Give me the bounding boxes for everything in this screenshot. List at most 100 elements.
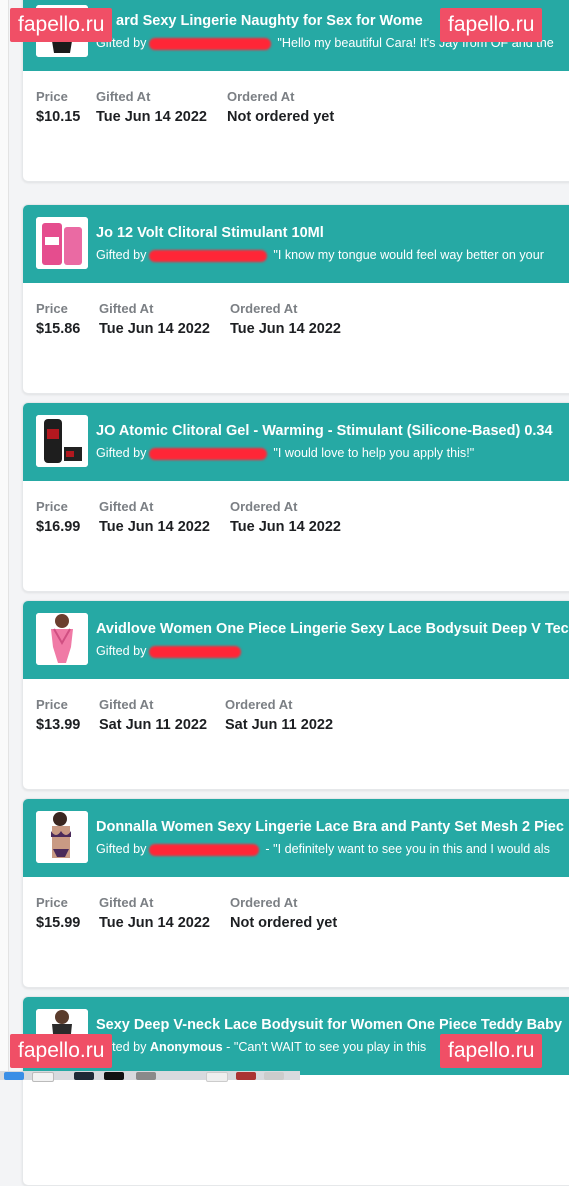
gifted-by-label: Gifted by — [96, 644, 147, 658]
gift-card[interactable]: Avidlove Women One Piece Lingerie Sexy L… — [22, 600, 569, 790]
redacted-name — [149, 447, 268, 460]
app-icon[interactable] — [136, 1072, 156, 1080]
gifted-at-label: Gifted At — [99, 697, 154, 712]
watermark: fapello.ru — [10, 8, 113, 42]
gift-title[interactable]: Sexy Deep V-neck Lace Bodysuit for Women… — [96, 1017, 562, 1033]
gifted-by-label: Gifted by — [96, 446, 147, 460]
gifted-at-value: Tue Jun 14 2022 — [96, 109, 207, 125]
ordered-at-value: Tue Jun 14 2022 — [230, 321, 341, 337]
gift-title[interactable]: Avidlove Women One Piece Lingerie Sexy L… — [96, 621, 569, 637]
gifted-at-col: Gifted At Tue Jun 14 2022 — [99, 895, 210, 931]
ordered-at-value: Sat Jun 11 2022 — [225, 717, 334, 733]
price-value: $15.99 — [36, 915, 81, 931]
price-value: $16.99 — [36, 519, 81, 535]
folder-icon[interactable] — [236, 1072, 256, 1080]
gifted-at-col: Gifted At Tue Jun 14 2022 — [99, 499, 210, 535]
gifted-by-label: Gifted by — [96, 842, 147, 856]
app-icon[interactable] — [104, 1072, 124, 1080]
gifted-at-value: Sat Jun 11 2022 — [99, 717, 208, 733]
ordered-at-label: Ordered At — [230, 301, 298, 316]
ordered-at-value: Tue Jun 14 2022 — [230, 519, 341, 535]
app-icon[interactable] — [74, 1072, 94, 1080]
gifted-at-col: Gifted At Tue Jun 14 2022 — [96, 89, 207, 125]
gift-details: Price $15.99 Gifted At Tue Jun 14 2022 O… — [23, 877, 569, 987]
gift-message: "I would love to help you apply this!" — [273, 446, 475, 460]
gifted-by-line: Gifted by — [96, 644, 247, 658]
watermark: fapello.ru — [10, 1034, 113, 1068]
gifted-at-col: Gifted At Tue Jun 14 2022 — [99, 301, 210, 337]
gift-details: Price $13.99 Gifted At Sat Jun 11 2022 O… — [23, 679, 569, 789]
price-label: Price — [36, 301, 68, 316]
redacted-name — [149, 37, 272, 50]
gift-title[interactable]: Jo 12 Volt Clitoral Stimulant 10Ml — [96, 225, 324, 241]
gifted-at-value: Tue Jun 14 2022 — [99, 519, 210, 535]
gift-details: Price $15.86 Gifted At Tue Jun 14 2022 O… — [23, 283, 569, 393]
gifted-at-label: Gifted At — [96, 89, 151, 104]
ordered-at-label: Ordered At — [225, 697, 293, 712]
gifted-at-value: Tue Jun 14 2022 — [99, 915, 210, 931]
price-label: Price — [36, 89, 68, 104]
redacted-name — [149, 645, 242, 658]
gift-title[interactable]: ard Sexy Lingerie Naughty for Sex for Wo… — [116, 13, 423, 29]
gift-card[interactable]: JO Atomic Clitoral Gel - Warming - Stimu… — [22, 402, 569, 592]
gifted-by-line: Gifted by - "I definitely want to see you… — [96, 842, 550, 856]
gifted-by-line: Gifted by "I would love to help you apply… — [96, 446, 474, 460]
product-image-bodysuit[interactable] — [36, 613, 88, 665]
product-image-bra-set[interactable] — [36, 811, 88, 863]
price-label: Price — [36, 895, 68, 910]
ordered-at-value: Not ordered yet — [227, 109, 335, 125]
gifted-at-col: Gifted At Sat Jun 11 2022 — [99, 697, 207, 733]
price-col: Price $15.86 — [36, 301, 80, 337]
gift-details: Price $10.15 Gifted At Tue Jun 14 2022 O… — [23, 71, 569, 181]
gifted-at-label: Gifted At — [99, 499, 154, 514]
redacted-name — [149, 843, 260, 856]
gift-card[interactable]: Sexy Deep V-neck Lace Bodysuit for Women… — [22, 996, 569, 1186]
gift-title[interactable]: JO Atomic Clitoral Gel - Warming - Stimu… — [96, 423, 553, 439]
ordered-at-col: Ordered At Sat Jun 11 2022 — [225, 697, 333, 733]
gifted-by-label: Gifted by — [96, 248, 147, 262]
ordered-at-label: Ordered At — [227, 89, 295, 104]
gifted-at-label: Gifted At — [99, 895, 154, 910]
gifted-by-line: Gifted by Anonymous - "Can't WAIT to see… — [96, 1040, 426, 1054]
gift-card-header: Avidlove Women One Piece Lingerie Sexy L… — [23, 601, 569, 679]
product-image-gel[interactable] — [36, 415, 88, 467]
ordered-at-value: Not ordered yet — [230, 915, 338, 931]
price-value: $13.99 — [36, 717, 81, 733]
ordered-at-col: Ordered At Not ordered yet — [227, 89, 334, 125]
ordered-at-col: Ordered At Tue Jun 14 2022 — [230, 499, 341, 535]
price-col: Price $10.15 — [36, 89, 80, 125]
gifted-by-name: Anonymous — [149, 1040, 223, 1054]
gift-details: Price $16.99 Gifted At Tue Jun 14 2022 O… — [23, 481, 569, 591]
app-icon[interactable] — [32, 1072, 54, 1082]
price-value: $10.15 — [36, 109, 81, 125]
gift-card[interactable]: Jo 12 Volt Clitoral Stimulant 10Ml Gifte… — [22, 204, 569, 394]
watermark: fapello.ru — [440, 8, 543, 42]
gifted-by-line: Gifted by "I know my tongue would feel wa… — [96, 248, 544, 262]
watermark: fapello.ru — [440, 1034, 543, 1068]
price-col: Price $13.99 — [36, 697, 80, 733]
gifted-at-label: Gifted At — [99, 301, 154, 316]
redacted-name — [149, 249, 268, 262]
document-icon[interactable] — [206, 1072, 228, 1082]
ordered-at-col: Ordered At Not ordered yet — [230, 895, 337, 931]
gift-message: "I know my tongue would feel way better … — [273, 248, 544, 262]
gift-message: - "I definitely want to see you in this … — [265, 842, 550, 856]
app-icon[interactable] — [264, 1072, 284, 1080]
price-col: Price $15.99 — [36, 895, 80, 931]
gift-card-header: Jo 12 Volt Clitoral Stimulant 10Ml Gifte… — [23, 205, 569, 283]
price-label: Price — [36, 499, 68, 514]
gift-card[interactable]: Donnalla Women Sexy Lingerie Lace Bra an… — [22, 798, 569, 988]
gifted-at-value: Tue Jun 14 2022 — [99, 321, 210, 337]
price-value: $15.86 — [36, 321, 81, 337]
gift-card-header: Donnalla Women Sexy Lingerie Lace Bra an… — [23, 799, 569, 877]
ordered-at-col: Ordered At Tue Jun 14 2022 — [230, 301, 341, 337]
gift-message: - "Can't WAIT to see you play in this — [226, 1040, 427, 1054]
ordered-at-label: Ordered At — [230, 499, 298, 514]
price-label: Price — [36, 697, 68, 712]
gift-title[interactable]: Donnalla Women Sexy Lingerie Lace Bra an… — [96, 819, 564, 835]
window-edge — [0, 0, 9, 1080]
gift-card-header: JO Atomic Clitoral Gel - Warming - Stimu… — [23, 403, 569, 481]
finder-icon[interactable] — [4, 1072, 24, 1080]
product-image-bottle[interactable] — [36, 217, 88, 269]
price-col: Price $16.99 — [36, 499, 80, 535]
